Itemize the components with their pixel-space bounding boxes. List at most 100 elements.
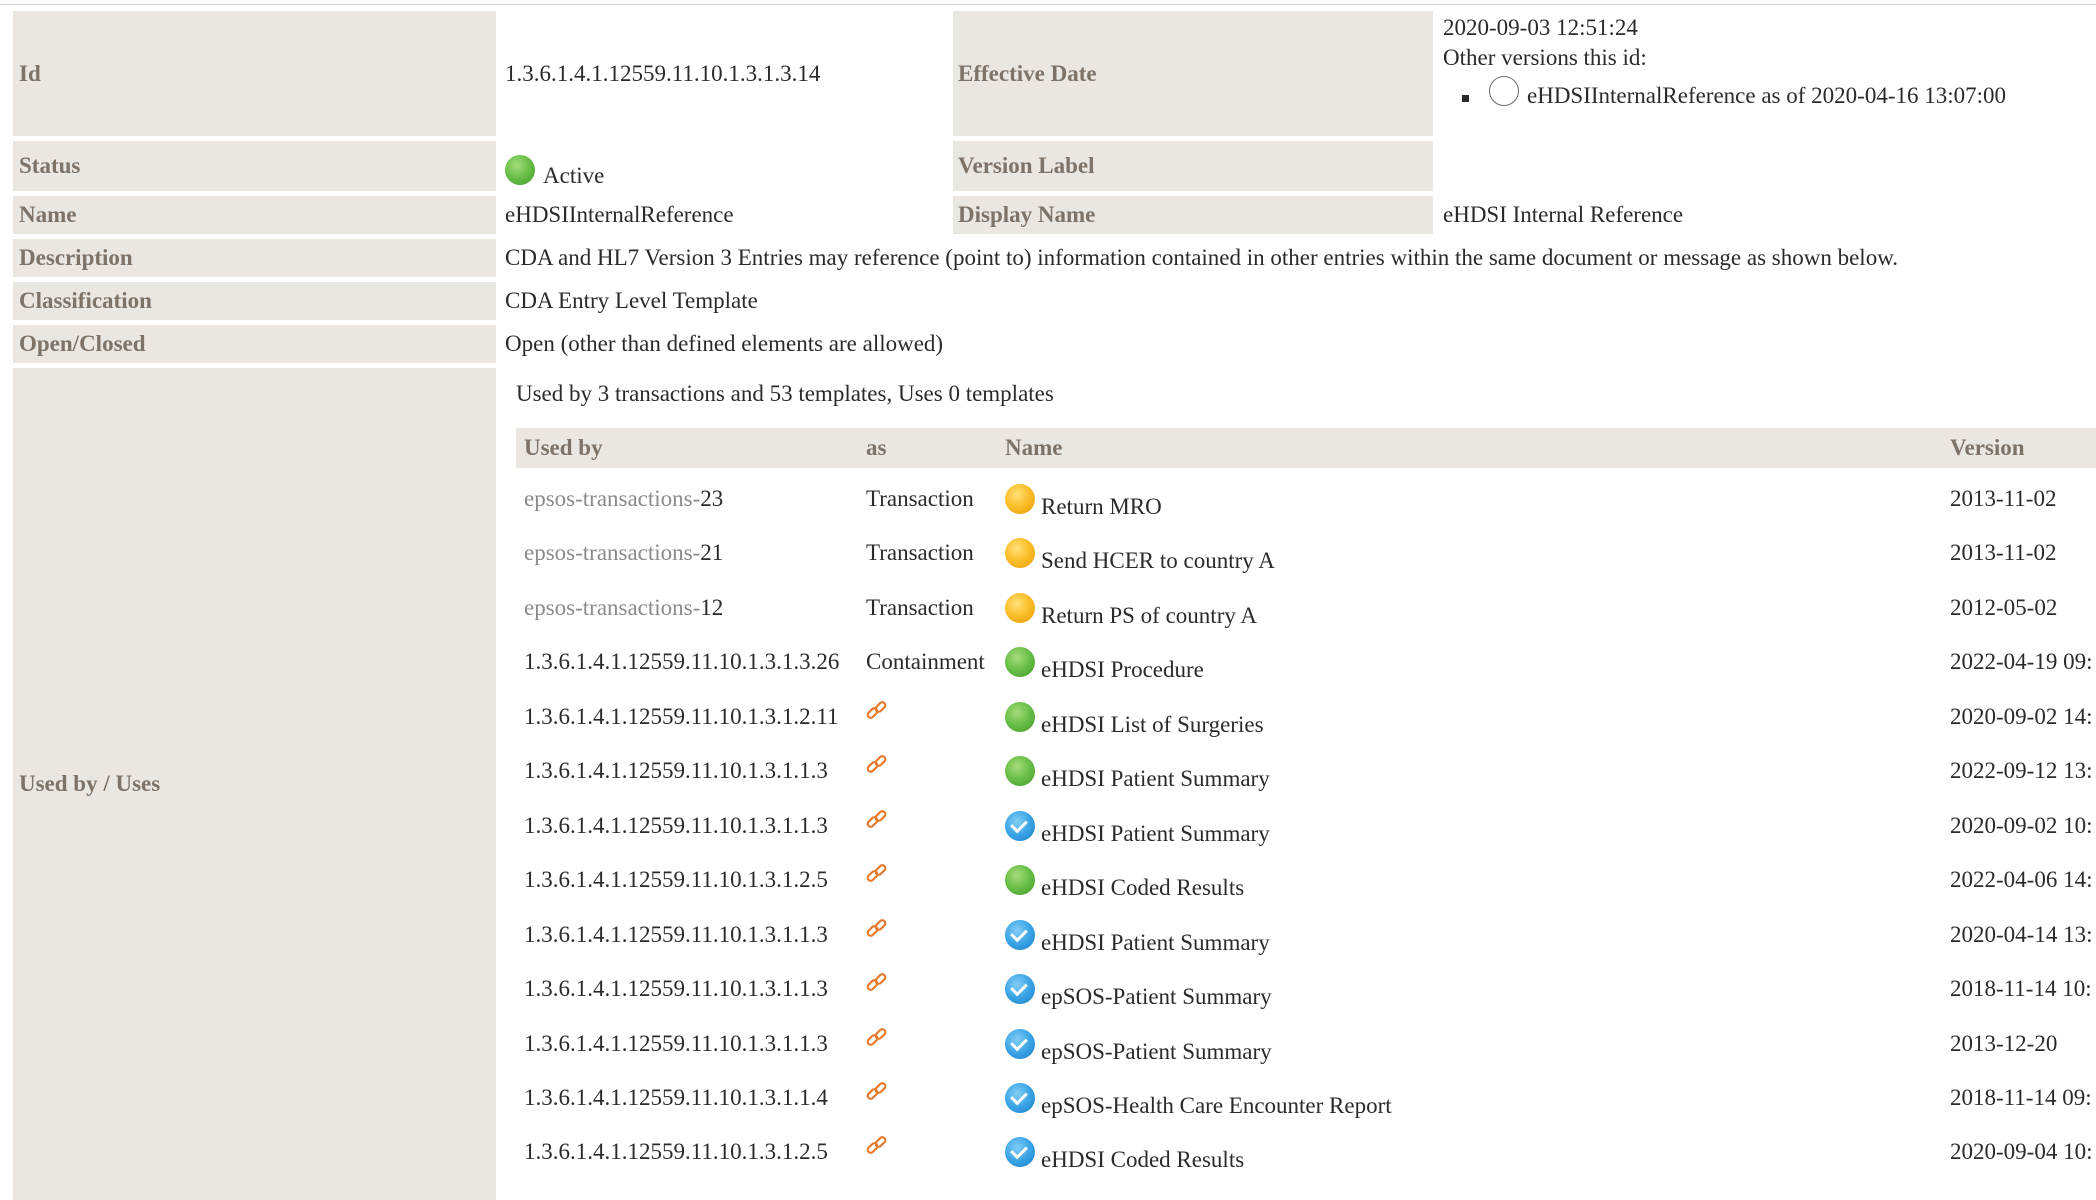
link-icon[interactable] bbox=[864, 970, 890, 996]
used-by-id[interactable]: 1.3.6.1.4.1.12559.11.10.1.3.1.3.26 bbox=[524, 649, 839, 675]
used-by-id[interactable]: 1.3.6.1.4.1.12559.11.10.1.3.1.1.3 bbox=[524, 758, 828, 784]
name-cell[interactable]: eHDSI Coded Results bbox=[1005, 1125, 1244, 1179]
used-by-cell[interactable]: epsos-transactions- 21 bbox=[524, 526, 723, 580]
usage-summary: Used by 3 transactions and 53 templates,… bbox=[516, 381, 1054, 406]
template-name[interactable]: eHDSI List of Surgeries bbox=[1041, 712, 1264, 738]
table-row[interactable]: 1.3.6.1.4.1.12559.11.10.1.3.1.3.26 Contai… bbox=[516, 635, 2096, 689]
link-icon[interactable] bbox=[864, 861, 890, 887]
template-name[interactable]: Send HCER to country A bbox=[1041, 548, 1275, 574]
header-used-by[interactable]: Used by bbox=[524, 428, 603, 468]
id-label: Id bbox=[13, 11, 496, 136]
used-by-cell[interactable]: epsos-transactions- 12 bbox=[524, 581, 723, 635]
status-value: Active bbox=[505, 141, 604, 191]
table-row[interactable]: epsos-transactions- 21 Transaction Send HCE… bbox=[516, 526, 2096, 580]
version-cell: 2020-09-04 10: bbox=[1950, 1139, 2093, 1164]
table-row[interactable]: 1.3.6.1.4.1.12559.11.10.1.3.1.1.4 epSOS-H… bbox=[516, 1071, 2096, 1125]
name-cell[interactable]: epSOS-Health Care Encounter Report bbox=[1005, 1071, 1392, 1125]
name-cell[interactable]: epSOS-Patient Summary bbox=[1005, 1017, 1272, 1071]
name-label: Name bbox=[13, 196, 496, 234]
name-cell[interactable]: eHDSI Patient Summary bbox=[1005, 908, 1270, 962]
table-row[interactable]: epsos-transactions- 23 Transaction Return M… bbox=[516, 472, 2096, 526]
used-by-id[interactable]: 1.3.6.1.4.1.12559.11.10.1.3.1.1.3 bbox=[524, 976, 828, 1002]
used-by-id[interactable]: 1.3.6.1.4.1.12559.11.10.1.3.1.2.5 bbox=[524, 867, 828, 893]
used-by-id[interactable]: 1.3.6.1.4.1.12559.11.10.1.3.1.2.5 bbox=[524, 1139, 828, 1165]
as-cell: Transaction bbox=[866, 595, 974, 620]
as-cell: Transaction bbox=[866, 540, 974, 565]
name-cell[interactable]: eHDSI List of Surgeries bbox=[1005, 690, 1264, 744]
used-by-cell[interactable]: 1.3.6.1.4.1.12559.11.10.1.3.1.1.3 bbox=[524, 799, 828, 853]
name-cell[interactable]: eHDSI Patient Summary bbox=[1005, 799, 1270, 853]
as-cell bbox=[864, 853, 890, 907]
template-name[interactable]: epSOS-Patient Summary bbox=[1041, 984, 1272, 1010]
other-version-item[interactable]: eHDSIInternalReference as of 2020-04-16 … bbox=[1462, 76, 2007, 111]
used-by-id[interactable]: 23 bbox=[700, 486, 723, 512]
used-by-cell[interactable]: 1.3.6.1.4.1.12559.11.10.1.3.1.2.5 bbox=[524, 853, 828, 907]
table-row[interactable]: epsos-transactions- 12 Transaction Return P… bbox=[516, 581, 2096, 635]
used-by-id[interactable]: 1.3.6.1.4.1.12559.11.10.1.3.1.2.11 bbox=[524, 704, 839, 730]
table-row[interactable]: 1.3.6.1.4.1.12559.11.10.1.3.1.2.5 eHDSI C… bbox=[516, 1125, 2096, 1179]
template-name[interactable]: eHDSI Coded Results bbox=[1041, 1147, 1244, 1173]
name-cell[interactable]: eHDSI Patient Summary bbox=[1005, 744, 1270, 798]
display-name-value: eHDSI Internal Reference bbox=[1443, 202, 1684, 227]
used-by-cell[interactable]: 1.3.6.1.4.1.12559.11.10.1.3.1.1.3 bbox=[524, 1017, 828, 1071]
table-row[interactable]: 1.3.6.1.4.1.12559.11.10.1.3.1.1.3 eHDSI P… bbox=[516, 744, 2096, 798]
table-row[interactable]: 1.3.6.1.4.1.12559.11.10.1.3.1.2.11 eHDSI … bbox=[516, 690, 2096, 744]
name-cell[interactable]: Send HCER to country A bbox=[1005, 526, 1275, 580]
used-by-id[interactable]: 21 bbox=[700, 540, 723, 566]
transaction-prefix[interactable]: epsos-transactions- bbox=[524, 595, 700, 621]
table-row[interactable]: 1.3.6.1.4.1.12559.11.10.1.3.1.1.3 eHDSI P… bbox=[516, 799, 2096, 853]
name-cell[interactable]: eHDSI Procedure bbox=[1005, 635, 1204, 689]
transaction-prefix[interactable]: epsos-transactions- bbox=[524, 486, 700, 512]
link-icon[interactable] bbox=[864, 1133, 890, 1159]
template-name[interactable]: epSOS-Health Care Encounter Report bbox=[1041, 1093, 1392, 1119]
used-by-cell[interactable]: 1.3.6.1.4.1.12559.11.10.1.3.1.1.4 bbox=[524, 1071, 828, 1125]
used-by-cell[interactable]: 1.3.6.1.4.1.12559.11.10.1.3.1.1.3 bbox=[524, 962, 828, 1016]
used-by-cell[interactable]: 1.3.6.1.4.1.12559.11.10.1.3.1.3.26 bbox=[524, 635, 839, 689]
used-by-id[interactable]: 1.3.6.1.4.1.12559.11.10.1.3.1.1.4 bbox=[524, 1085, 828, 1111]
used-by-id[interactable]: 1.3.6.1.4.1.12559.11.10.1.3.1.1.3 bbox=[524, 922, 828, 948]
template-name[interactable]: eHDSI Coded Results bbox=[1041, 875, 1244, 901]
description-value: CDA and HL7 Version 3 Entries may refere… bbox=[505, 245, 1899, 270]
link-icon[interactable] bbox=[864, 1025, 890, 1051]
green-circle-icon bbox=[1005, 647, 1035, 677]
transaction-prefix[interactable]: epsos-transactions- bbox=[524, 540, 700, 566]
used-by-id[interactable]: 12 bbox=[700, 595, 723, 621]
table-row[interactable]: 1.3.6.1.4.1.12559.11.10.1.3.1.1.3 eHDSI P… bbox=[516, 908, 2096, 962]
template-name[interactable]: epSOS-Patient Summary bbox=[1041, 1039, 1272, 1065]
template-name[interactable]: eHDSI Patient Summary bbox=[1041, 930, 1270, 956]
name-cell[interactable]: Return MRO bbox=[1005, 472, 1162, 526]
table-row[interactable]: 1.3.6.1.4.1.12559.11.10.1.3.1.2.5 eHDSI C… bbox=[516, 853, 2096, 907]
name-cell[interactable]: Return PS of country A bbox=[1005, 581, 1257, 635]
effective-date-value: 2020-09-03 12:51:24 bbox=[1443, 15, 1638, 40]
other-version-text: eHDSIInternalReference as of 2020-04-16 … bbox=[1527, 83, 2007, 108]
table-row[interactable]: 1.3.6.1.4.1.12559.11.10.1.3.1.1.3 epSOS-P… bbox=[516, 962, 2096, 1016]
name-cell[interactable]: eHDSI Coded Results bbox=[1005, 853, 1244, 907]
version-cell: 2013-12-20 bbox=[1950, 1031, 2058, 1056]
used-by-cell[interactable]: 1.3.6.1.4.1.12559.11.10.1.3.1.2.11 bbox=[524, 690, 839, 744]
link-icon[interactable] bbox=[864, 807, 890, 833]
header-as[interactable]: as bbox=[866, 428, 886, 468]
header-version[interactable]: Version bbox=[1950, 428, 2025, 468]
display-name-label: Display Name bbox=[953, 196, 1433, 234]
used-by-cell[interactable]: epsos-transactions- 23 bbox=[524, 472, 723, 526]
as-cell bbox=[864, 690, 890, 744]
template-name[interactable]: Return MRO bbox=[1041, 494, 1162, 520]
template-name[interactable]: eHDSI Procedure bbox=[1041, 657, 1204, 683]
template-name[interactable]: Return PS of country A bbox=[1041, 603, 1257, 629]
link-icon[interactable] bbox=[864, 916, 890, 942]
table-row[interactable]: 1.3.6.1.4.1.12559.11.10.1.3.1.1.3 epSOS-P… bbox=[516, 1017, 2096, 1071]
used-by-id[interactable]: 1.3.6.1.4.1.12559.11.10.1.3.1.1.3 bbox=[524, 1031, 828, 1057]
link-icon[interactable] bbox=[864, 1079, 890, 1105]
template-name[interactable]: eHDSI Patient Summary bbox=[1041, 821, 1270, 847]
link-icon[interactable] bbox=[864, 752, 890, 778]
link-icon[interactable] bbox=[864, 698, 890, 724]
name-cell[interactable]: epSOS-Patient Summary bbox=[1005, 962, 1272, 1016]
description-label: Description bbox=[13, 239, 496, 277]
header-name[interactable]: Name bbox=[1005, 428, 1062, 468]
used-by-id[interactable]: 1.3.6.1.4.1.12559.11.10.1.3.1.1.3 bbox=[524, 813, 828, 839]
used-by-cell[interactable]: 1.3.6.1.4.1.12559.11.10.1.3.1.1.3 bbox=[524, 744, 828, 798]
used-by-cell[interactable]: 1.3.6.1.4.1.12559.11.10.1.3.1.1.3 bbox=[524, 908, 828, 962]
template-name[interactable]: eHDSI Patient Summary bbox=[1041, 766, 1270, 792]
version-cell: 2022-09-12 13: bbox=[1950, 758, 2093, 783]
used-by-cell[interactable]: 1.3.6.1.4.1.12559.11.10.1.3.1.2.5 bbox=[524, 1125, 828, 1179]
